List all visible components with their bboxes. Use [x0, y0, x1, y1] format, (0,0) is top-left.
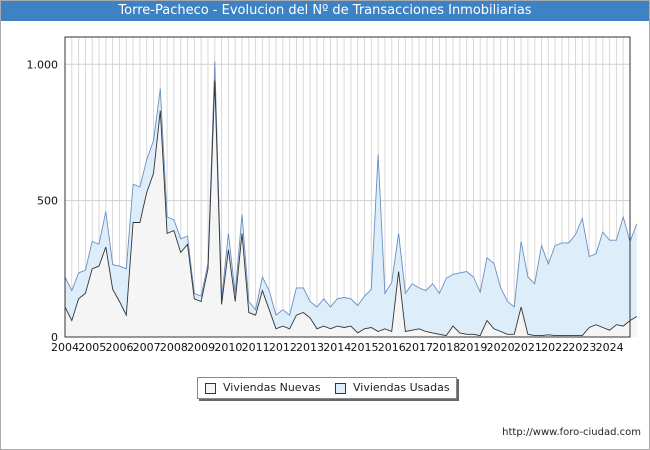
- chart-legend: Viviendas Nuevas Viviendas Usadas: [197, 377, 457, 399]
- x-tick-label: 2011: [242, 341, 270, 354]
- x-tick-label: 2021: [514, 341, 542, 354]
- x-tick-label: 2007: [133, 341, 161, 354]
- x-tick-label: 2020: [487, 341, 515, 354]
- x-tick-label: 2014: [323, 341, 351, 354]
- x-tick-label: 2017: [405, 341, 433, 354]
- legend-swatch-usadas: [335, 383, 346, 394]
- legend-label-nuevas: Viviendas Nuevas: [223, 381, 321, 394]
- x-tick-label: 2008: [160, 341, 188, 354]
- source-link[interactable]: http://www.foro-ciudad.com: [502, 427, 641, 438]
- x-tick-label: 2022: [541, 341, 569, 354]
- x-tick-label: 2013: [296, 341, 324, 354]
- x-tick-label: 2006: [105, 341, 133, 354]
- x-tick-label: 2019: [459, 341, 487, 354]
- x-tick-label: 2024: [596, 341, 624, 354]
- x-tick-label: 2005: [78, 341, 106, 354]
- x-tick-label: 2004: [51, 341, 79, 354]
- legend-label-usadas: Viviendas Usadas: [353, 381, 450, 394]
- y-tick-label: 1.000: [27, 58, 59, 71]
- x-tick-label: 2015: [351, 341, 379, 354]
- x-tick-label: 2012: [269, 341, 297, 354]
- legend-swatch-nuevas: [205, 383, 216, 394]
- x-tick-label: 2023: [568, 341, 596, 354]
- y-tick-label: 500: [37, 195, 58, 208]
- x-tick-label: 2016: [378, 341, 406, 354]
- x-tick-label: 2018: [432, 341, 460, 354]
- x-tick-label: 2009: [187, 341, 215, 354]
- x-tick-label: 2010: [214, 341, 242, 354]
